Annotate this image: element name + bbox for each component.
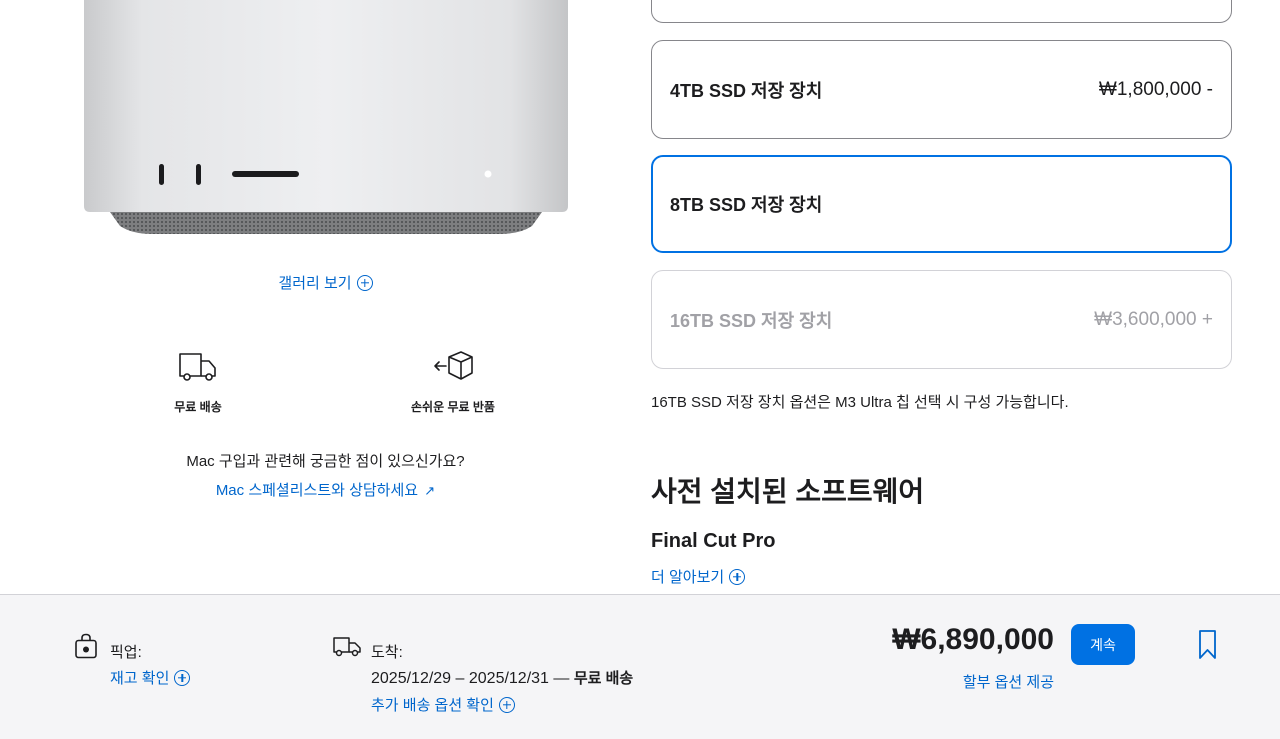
learn-more-label: 더 알아보기 <box>651 569 725 586</box>
check-stock-link[interactable]: 재고 확인 <box>110 667 191 688</box>
more-delivery-options-link[interactable]: 추가 배송 옵션 확인 <box>371 694 515 715</box>
gallery-link[interactable]: 갤러리 보기 <box>0 272 651 293</box>
storage-option-price: ₩1,800,000 - <box>1098 78 1213 100</box>
storage-note: 16TB SSD 저장 장치 옵션은 M3 Ultra 칩 선택 시 구성 가능… <box>651 394 1069 411</box>
bookmark-icon[interactable] <box>1197 629 1218 661</box>
plus-circle-icon <box>356 275 373 291</box>
return-box-icon <box>434 351 473 380</box>
specialist-help: Mac 구입과 관련해 궁금한 점이 있으신가요? Mac 스페셜리스트와 상담… <box>0 450 651 500</box>
installment-options-link[interactable]: 할부 옵션 제공 <box>963 671 1054 692</box>
specialist-link-label: Mac 스페셜리스트와 상담하세요 <box>215 482 419 499</box>
free-delivery-text: 무료 배송 <box>573 670 634 687</box>
delivery-label: 도착: <box>371 644 403 661</box>
delivery-truck-icon <box>333 637 361 657</box>
free-returns-label: 손쉬운 무료 반품 <box>411 400 495 414</box>
continue-button[interactable]: 계속 <box>1071 624 1135 665</box>
delivery-truck-icon <box>179 353 216 381</box>
storage-option-name: 4TB SSD 저장 장치 <box>670 80 823 101</box>
order-summary-bar: 픽업: 재고 확인 도착: 2025/12/29 – 2025/12/31 — … <box>0 594 1280 739</box>
plus-circle-icon <box>729 569 746 585</box>
gallery-link-label: 갤러리 보기 <box>278 275 352 292</box>
storage-option-name: 8TB SSD 저장 장치 <box>670 195 823 215</box>
software-heading: 사전 설치된 소프트웨어 <box>651 476 925 507</box>
free-shipping-label: 무료 배송 <box>174 400 222 414</box>
plus-circle-icon <box>498 697 515 713</box>
storage-option-previous[interactable] <box>651 0 1232 23</box>
storage-option-price: ₩3,600,000 + <box>1094 308 1213 330</box>
mac-studio-image <box>84 0 568 234</box>
shopping-bag-icon <box>75 633 97 659</box>
free-returns-benefit: 손쉬운 무료 반품 <box>353 348 553 415</box>
delivery-dates: 2025/12/29 – 2025/12/31 — 무료 배송 <box>371 667 633 688</box>
total-price: ₩6,890,000 <box>892 623 1054 656</box>
pickup-label: 픽업: <box>110 644 142 661</box>
storage-option-name: 16TB SSD 저장 장치 <box>670 310 833 331</box>
check-stock-label: 재고 확인 <box>110 670 170 687</box>
storage-option-4tb[interactable]: 4TB SSD 저장 장치 ₩1,800,000 - <box>651 40 1232 139</box>
delivery-date-range: 2025/12/29 – 2025/12/31 — <box>371 670 574 687</box>
free-shipping-benefit: 무료 배송 <box>98 348 298 415</box>
plus-circle-icon <box>174 670 191 686</box>
help-question: Mac 구입과 관련해 궁금한 점이 있으신가요? <box>186 453 465 470</box>
external-arrow-icon: ↗ <box>424 483 436 498</box>
storage-option-8tb[interactable]: 8TB SSD 저장 장치 <box>651 155 1232 253</box>
software-name: Final Cut Pro <box>651 530 776 552</box>
specialist-link[interactable]: Mac 스페셜리스트와 상담하세요 ↗ <box>0 479 651 500</box>
more-delivery-options-label: 추가 배송 옵션 확인 <box>371 697 494 714</box>
storage-option-16tb: 16TB SSD 저장 장치 ₩3,600,000 + <box>651 270 1232 369</box>
learn-more-link[interactable]: 더 알아보기 <box>651 566 746 587</box>
